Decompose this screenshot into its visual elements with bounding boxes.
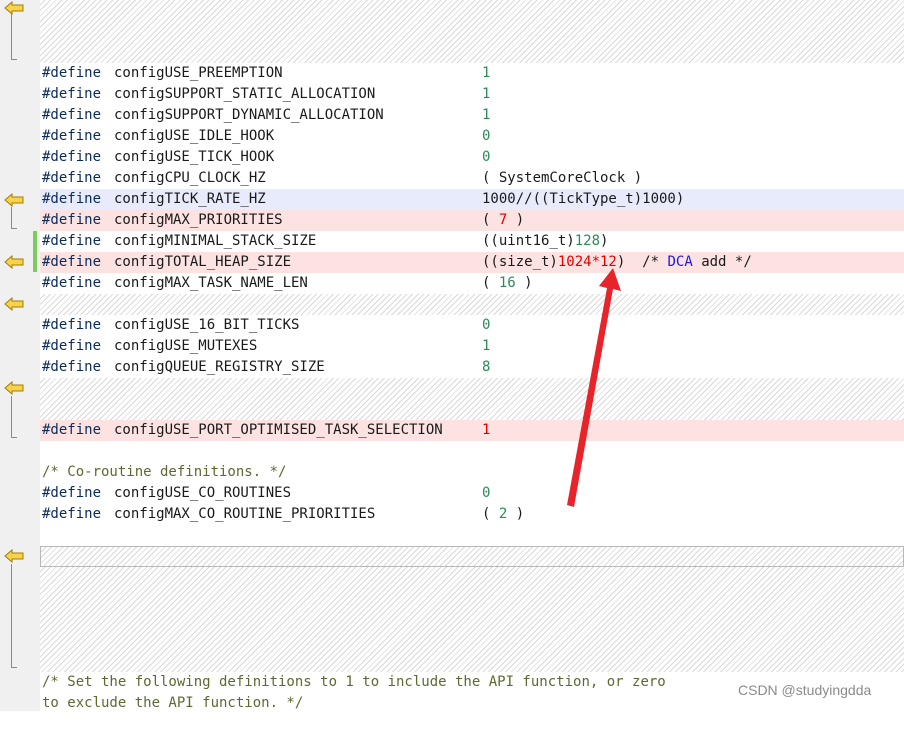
watermark: CSDN @studyingdda — [738, 682, 872, 698]
red-arrow-shape — [567, 268, 621, 507]
annotation-arrow — [567, 268, 621, 507]
